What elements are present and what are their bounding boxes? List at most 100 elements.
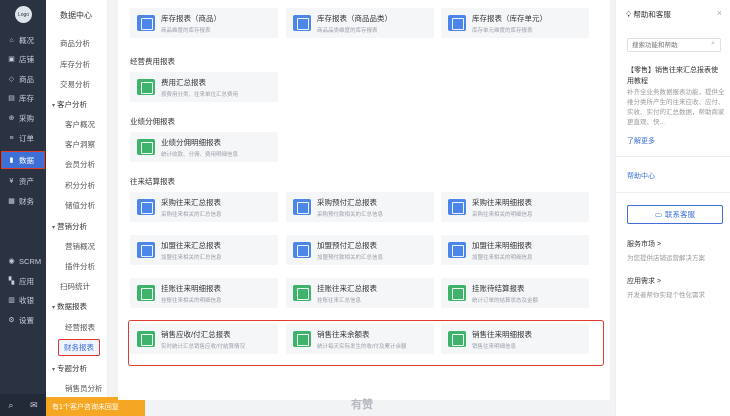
report-card[interactable]: 采购预付汇总报表 采购预付款相关的汇总信息 — [286, 192, 434, 222]
menu-item-label: 经营报表 — [65, 323, 95, 332]
highlight-box — [128, 320, 604, 366]
menu-item[interactable]: 营销概况 — [46, 241, 108, 252]
report-icon — [137, 15, 155, 31]
report-card[interactable]: 业绩分佣明细报表 统计收款、分佣、费用明细信息 — [130, 132, 278, 162]
menu-item-label: 客户分析 — [57, 100, 88, 109]
service-market-link[interactable]: 服务市场 > — [627, 239, 661, 249]
nav-item-12[interactable]: ⚙ 设置 — [2, 312, 44, 328]
close-icon[interactable]: × — [717, 8, 722, 18]
shop-logo[interactable]: Logo — [15, 6, 32, 23]
report-card[interactable]: 库存报表（库存单元） 库存单元维度的库存报表 — [441, 8, 589, 38]
report-card[interactable]: 挂账待结算报表 统计订单的结算状态及金额 — [441, 278, 589, 308]
nav-item-3[interactable]: ▤ 库存 — [2, 90, 44, 106]
nav-item-label: 数据 — [19, 155, 34, 165]
help-panel: 💡︎ 帮助和客服 × ⌕ 【零售】销售往来汇总报表使用教程 补齐全业务数据报表功… — [615, 0, 730, 416]
nav-item-6[interactable]: ▮ 数据 — [1, 151, 45, 169]
report-card-text: 挂账往来明细报表 挂账往来相关的明细信息 — [161, 283, 222, 304]
report-card[interactable]: 库存报表（商品） 商品维度的库存报表 — [130, 8, 278, 38]
menu-item[interactable]: 交易分析 — [46, 79, 108, 90]
coin-icon: ¥ — [9, 177, 14, 185]
learn-more-link[interactable]: 了解更多 — [627, 136, 655, 146]
nav-item-4[interactable]: ⊕ 采购 — [2, 110, 44, 126]
divider — [616, 192, 730, 193]
report-list: 库存报表（商品） 商品维度的库存报表 库存报表（商品品类） 商品品类维度的库存报表 库存… — [118, 0, 610, 411]
report-desc: 库存单元维度的库存报表 — [472, 27, 533, 34]
menu-item[interactable]: 库存分析 — [46, 59, 108, 70]
section-title: 经营费用报表 — [130, 57, 175, 66]
report-desc: 商品维度的库存报表 — [161, 27, 211, 34]
report-card[interactable]: 采购往来汇总报表 采购往来相关的汇总信息 — [130, 192, 278, 222]
menu-item[interactable]: 插件分析 — [46, 261, 108, 272]
help-center-link[interactable]: 帮助中心 — [627, 171, 655, 181]
search-icon[interactable]: ⌕ — [8, 400, 13, 411]
divider — [616, 156, 730, 157]
contact-support-button[interactable]: ▭ 联系客服 — [627, 205, 723, 224]
report-card[interactable]: 挂账往来汇总报表 挂账往来汇总信息 — [286, 278, 434, 308]
nav-item-label: 应用 — [19, 276, 34, 286]
report-card[interactable]: 加盟往来明细报表 加盟往来相关的明细信息 — [441, 235, 589, 265]
apps-icon: ▚ — [8, 278, 15, 285]
report-name: 库存报表（商品） — [161, 13, 221, 23]
menu-item[interactable]: 商品分析 — [46, 38, 108, 49]
store-icon: ▣ — [8, 56, 15, 63]
report-card[interactable]: 加盟预付汇总报表 加盟预付款相关的汇总信息 — [286, 235, 434, 265]
search-icon[interactable]: ⌕ — [711, 40, 715, 48]
nav-item-0[interactable]: ⌂ 概况 — [2, 32, 44, 48]
menu-item-label: 交易分析 — [60, 80, 90, 89]
help-article-body: 补齐全业务数据报表功能，提供全维分类所产生的往来应收、应付、实收、实付的汇总数据… — [627, 89, 725, 126]
menu-item[interactable]: 储值分析 — [46, 200, 108, 211]
nav-item-10[interactable]: ▚ 应用 — [2, 273, 44, 289]
report-name: 采购往来明细报表 — [472, 197, 532, 207]
report-icon — [137, 242, 155, 258]
menu-group[interactable]: 专题分析 — [46, 363, 108, 374]
menu-item[interactable]: 扫码统计 — [46, 281, 108, 292]
nav-item-8[interactable]: ▦ 财务 — [2, 193, 44, 209]
nav-item-1[interactable]: ▣ 店铺 — [2, 51, 44, 67]
home-icon: ⌂ — [9, 36, 14, 44]
report-name: 加盟预付汇总报表 — [317, 240, 377, 250]
help-article-title[interactable]: 【零售】销售往来汇总报表使用教程 — [627, 65, 723, 87]
report-icon — [448, 285, 466, 301]
report-icon — [448, 15, 466, 31]
report-desc: 加盟往来相关的明细信息 — [472, 254, 533, 261]
report-card[interactable]: 费用汇总报表 按费用分类、往来单位汇总费用 — [130, 72, 278, 102]
nav-item-label: 商品 — [19, 74, 34, 84]
report-card[interactable]: 库存报表（商品品类） 商品品类维度的库存报表 — [286, 8, 434, 38]
app-needs-link[interactable]: 应用需求 > — [627, 276, 661, 286]
menu-item[interactable]: 财务报表 — [46, 339, 108, 356]
nav-item-7[interactable]: ¥ 资产 — [2, 173, 44, 189]
section-title: 业绩分佣报表 — [130, 117, 175, 126]
menu-item[interactable]: 客户概况 — [46, 119, 108, 130]
report-desc: 统计订单的结算状态及金额 — [472, 297, 539, 304]
nav-item-11[interactable]: ▥ 收银 — [2, 292, 44, 308]
report-desc: 加盟往来相关的汇总信息 — [161, 254, 222, 261]
report-name: 采购预付汇总报表 — [317, 197, 377, 207]
order-icon: ≡ — [9, 134, 14, 142]
menu-item[interactable]: 客户洞察 — [46, 139, 108, 150]
report-card[interactable]: 挂账往来明细报表 挂账往来相关的明细信息 — [130, 278, 278, 308]
report-name: 挂账往来明细报表 — [161, 283, 221, 293]
report-card[interactable]: 加盟往来汇总报表 加盟往来相关的汇总信息 — [130, 235, 278, 265]
menu-item-label: 扫码统计 — [60, 282, 90, 291]
menu-group[interactable]: 营销分析 — [46, 221, 108, 232]
nav-item-9[interactable]: ◉ SCRM — [2, 253, 44, 269]
menu-item[interactable]: 经营报表 — [46, 322, 108, 333]
menu-item-label: 营销概况 — [65, 242, 95, 251]
help-search-input[interactable] — [627, 38, 721, 52]
report-icon — [448, 242, 466, 258]
menu-group[interactable]: 数据报表 — [46, 301, 108, 312]
nav-item-2[interactable]: ◇ 商品 — [2, 71, 44, 87]
report-desc: 加盟预付款相关的汇总信息 — [317, 254, 384, 261]
report-card[interactable]: 采购往来明细报表 采购往来相关的明细信息 — [441, 192, 589, 222]
report-name: 库存报表（库存单元） — [472, 13, 547, 23]
menu-item[interactable]: 会员分析 — [46, 159, 108, 170]
menu-group[interactable]: 客户分析 — [46, 99, 108, 110]
menu-item[interactable]: 销售员分析 — [46, 383, 108, 394]
report-desc: 采购预付款相关的汇总信息 — [317, 211, 384, 218]
report-desc: 按费用分类、往来单位汇总费用 — [161, 91, 239, 98]
chat-icon[interactable]: ✉ — [30, 400, 38, 411]
nav-item-5[interactable]: ≡ 订单 — [2, 130, 44, 146]
menu-item[interactable]: 积分分析 — [46, 180, 108, 191]
chat-icon: ▭ — [654, 210, 663, 219]
report-name: 加盟往来汇总报表 — [161, 240, 221, 250]
